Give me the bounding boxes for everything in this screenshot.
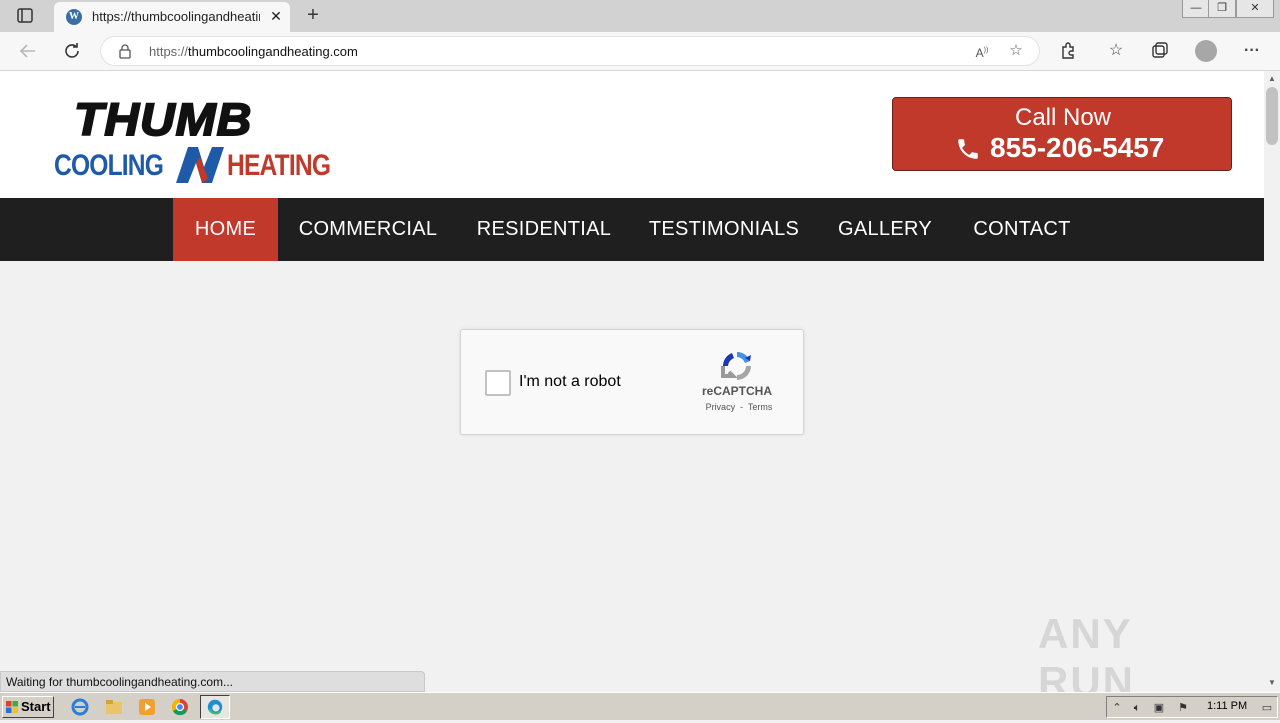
browser-status-text: Waiting for thumbcoolingandheating.com..… <box>0 671 425 692</box>
media-player-icon[interactable] <box>137 697 157 717</box>
tab-actions-icon[interactable] <box>10 6 38 26</box>
page-scrollbar[interactable]: ▲ ▼ <box>1264 71 1280 691</box>
action-center-flag-icon[interactable]: ⚑ <box>1175 700 1191 716</box>
anyrun-watermark: ANY RUN <box>1038 610 1135 705</box>
recaptcha-label: I'm not a robot <box>519 373 621 390</box>
nav-item-gallery[interactable]: GALLERY <box>830 198 940 261</box>
show-hidden-icons-icon[interactable]: ⌃ <box>1109 700 1125 716</box>
call-now-label: Call Now <box>1014 104 1112 131</box>
url-host: thumbcoolingandheating.com <box>188 44 358 59</box>
window-restore-button[interactable]: ❐ <box>1208 0 1236 18</box>
nav-item-contact[interactable]: CONTACT <box>962 198 1082 261</box>
call-now-button[interactable]: Call Now 855-206-5457 <box>892 97 1232 171</box>
close-tab-icon[interactable]: ✕ <box>266 6 286 26</box>
edge-icon <box>207 699 223 715</box>
scroll-thumb[interactable] <box>1266 87 1278 145</box>
back-arrow-icon[interactable] <box>16 39 40 63</box>
phone-icon <box>958 139 978 159</box>
new-tab-icon[interactable]: + <box>302 5 324 27</box>
nav-item-home[interactable]: HOME <box>173 198 278 261</box>
recaptcha-links: Privacy - Terms <box>705 402 773 412</box>
main-navigation: HOME COMMERCIAL RESIDENTIAL TESTIMONIALS… <box>0 198 1264 261</box>
company-logo[interactable]: THUMB COOLING HEATING <box>52 93 344 185</box>
nav-item-commercial[interactable]: COMMERCIAL <box>288 198 448 261</box>
browser-tab[interactable]: W https://thumbcoolingandheating.com ✕ <box>54 2 290 32</box>
edge-taskbar-button[interactable] <box>200 695 230 719</box>
logo-thumb-text: THUMB <box>73 94 253 146</box>
recaptcha-brand: reCAPTCHA <box>701 384 772 398</box>
collections-icon[interactable] <box>1148 39 1172 63</box>
phone-number: 855-206-5457 <box>990 132 1165 163</box>
read-aloud-icon[interactable]: A)) <box>971 40 993 62</box>
recaptcha-terms-link[interactable]: Terms <box>748 402 773 412</box>
site-header: THUMB COOLING HEATING Call Now 855-206-5… <box>0 71 1264 198</box>
profile-avatar[interactable] <box>1194 39 1218 63</box>
taskbar-clock[interactable]: 1:11 PM <box>1207 700 1247 712</box>
nav-item-testimonials[interactable]: TESTIMONIALS <box>640 198 808 261</box>
extensions-icon[interactable] <box>1056 39 1080 63</box>
network-icon[interactable]: ▣ <box>1151 700 1167 716</box>
nav-item-residential[interactable]: RESIDENTIAL <box>468 198 620 261</box>
chrome-icon[interactable] <box>170 697 190 717</box>
add-favorite-icon[interactable]: ☆ <box>1005 40 1027 62</box>
reload-icon[interactable] <box>60 39 84 63</box>
file-explorer-icon[interactable] <box>104 697 124 717</box>
recaptcha-logo-icon <box>721 352 751 380</box>
logo-n-mark <box>176 147 224 183</box>
address-bar[interactable]: https://thumbcoolingandheating.com A)) ☆ <box>100 36 1040 66</box>
window-minimize-button[interactable]: — <box>1182 0 1210 18</box>
window-close-button[interactable]: ✕ <box>1236 0 1274 18</box>
favorites-icon[interactable]: ☆ <box>1104 39 1128 63</box>
tab-title: https://thumbcoolingandheating.com <box>92 9 260 24</box>
internet-explorer-icon[interactable] <box>70 697 90 717</box>
url-text[interactable]: https://thumbcoolingandheating.com <box>149 44 358 59</box>
show-desktop-icon[interactable]: ▭ <box>1259 700 1275 716</box>
recaptcha-privacy-link[interactable]: Privacy <box>706 402 736 412</box>
browser-toolbar: https://thumbcoolingandheating.com A)) ☆… <box>0 32 1280 71</box>
start-label: Start <box>21 699 51 714</box>
url-scheme: https:// <box>149 44 189 59</box>
windows-taskbar: Start ⌃ 🔈︎ ▣ ⚑ 1:11 PM ▭ <box>0 692 1280 720</box>
volume-icon[interactable]: 🔈︎ <box>1129 700 1145 716</box>
wordpress-icon: W <box>66 9 82 25</box>
logo-cooling-text: COOLING <box>54 149 164 182</box>
more-options-icon[interactable]: ··· <box>1240 39 1264 63</box>
windows-flag-icon <box>6 701 18 713</box>
lock-icon[interactable] <box>117 43 133 59</box>
scroll-down-icon[interactable]: ▼ <box>1264 675 1280 691</box>
logo-heating-text: HEATING <box>227 149 331 182</box>
start-button[interactable]: Start <box>2 696 54 718</box>
recaptcha-checkbox[interactable] <box>485 370 511 396</box>
system-tray: ⌃ 🔈︎ ▣ ⚑ 1:11 PM ▭ <box>1106 696 1278 718</box>
recaptcha-widget: I'm not a robot reCAPTCHA Privacy - Term… <box>460 329 804 435</box>
browser-tab-strip: W https://thumbcoolingandheating.com ✕ +… <box>0 0 1280 32</box>
scroll-up-icon[interactable]: ▲ <box>1264 71 1280 87</box>
